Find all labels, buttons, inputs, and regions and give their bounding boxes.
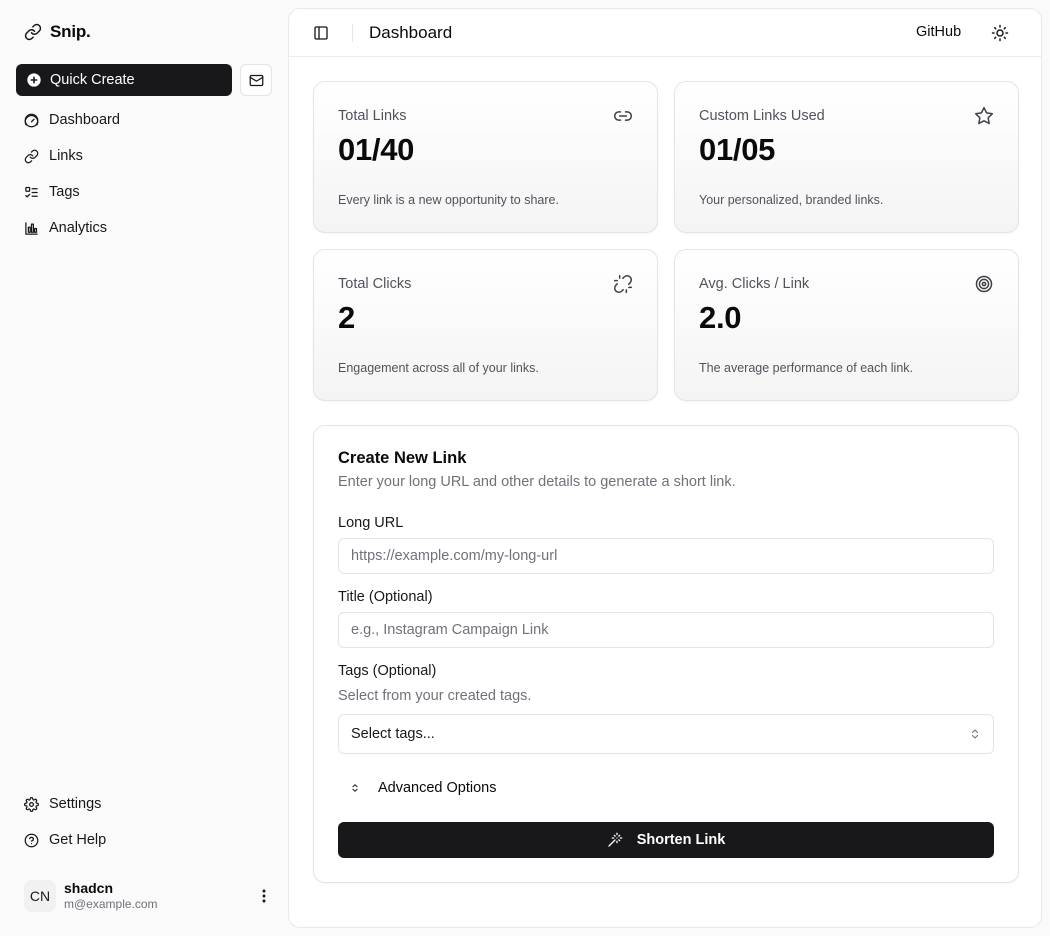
title-label: Title (Optional)	[338, 589, 433, 605]
tags-select[interactable]: Select tags...	[338, 714, 994, 754]
main-panel: Dashboard GitHub Total Links 01/40 Every…	[288, 8, 1042, 928]
advanced-options-label: Advanced Options	[378, 780, 497, 796]
link-icon	[24, 149, 39, 164]
broken-link-icon	[613, 274, 633, 294]
stat-value: 01/05	[699, 132, 776, 167]
quick-create-label: Quick Create	[50, 72, 135, 88]
stat-value: 2	[338, 300, 355, 335]
sidebar-item-label: Tags	[49, 184, 80, 200]
long-url-input[interactable]	[338, 538, 994, 574]
sidebar-item-links[interactable]: Links	[16, 138, 272, 174]
stat-card-total-clicks: Total Clicks 2 Engagement across all of …	[313, 249, 658, 401]
list-icon	[24, 185, 39, 200]
gear-icon	[24, 796, 39, 812]
brand-name: Snip.	[50, 22, 91, 41]
target-icon	[974, 274, 994, 294]
form-description: Enter your long URL and other details to…	[338, 474, 736, 490]
sidebar-item-dashboard[interactable]: Dashboard	[16, 102, 272, 138]
brand-logo[interactable]: Snip.	[24, 22, 91, 42]
bar-chart-icon	[24, 221, 39, 236]
shorten-link-label: Shorten Link	[636, 832, 726, 848]
sidebar-item-get-help[interactable]: Get Help	[16, 822, 272, 858]
stat-card-custom-links: Custom Links Used 01/05 Your personalize…	[674, 81, 1019, 233]
divider	[352, 24, 353, 42]
panel-left-icon	[313, 25, 329, 41]
avatar: CN	[24, 880, 56, 912]
stat-card-avg-clicks: Avg. Clicks / Link 2.0 The average perfo…	[674, 249, 1019, 401]
quick-create-button[interactable]: Quick Create	[16, 64, 232, 96]
github-link[interactable]: GitHub	[916, 24, 961, 40]
stat-card-total-links: Total Links 01/40 Every link is a new op…	[313, 81, 658, 233]
title-input[interactable]	[338, 612, 994, 648]
sidebar-item-label: Settings	[49, 796, 102, 812]
user-email: m@example.com	[64, 897, 158, 911]
sidebar-secondary-nav: Settings Get Help	[16, 786, 272, 858]
sidebar-toggle-button[interactable]	[311, 23, 331, 43]
stat-footer: The average performance of each link.	[699, 361, 914, 375]
vertical-dots-icon	[262, 889, 266, 903]
link-icon	[613, 106, 633, 126]
sidebar-item-label: Analytics	[49, 220, 108, 236]
sidebar: Snip. Quick Create Dashboard Links Tags …	[0, 0, 288, 936]
sidebar-item-label: Links	[49, 148, 83, 164]
gauge-icon	[24, 113, 39, 128]
mail-icon	[249, 73, 264, 88]
stat-value: 01/40	[338, 132, 415, 167]
tags-hint: Select from your created tags.	[338, 688, 532, 704]
user-menu[interactable]: CN shadcn m@example.com	[24, 876, 272, 916]
sidebar-nav: Dashboard Links Tags Analytics	[16, 102, 272, 246]
user-name: shadcn	[64, 880, 114, 896]
stat-footer: Your personalized, branded links.	[699, 193, 884, 207]
stat-label: Total Clicks	[338, 276, 412, 292]
advanced-options-toggle[interactable]: Advanced Options	[350, 778, 497, 798]
help-circle-icon	[24, 833, 39, 848]
star-icon	[974, 106, 994, 126]
quick-create-row: Quick Create	[16, 64, 272, 96]
stat-label: Custom Links Used	[699, 108, 825, 124]
stat-footer: Engagement across all of your links.	[338, 361, 539, 375]
theme-toggle-button[interactable]	[991, 24, 1009, 42]
sidebar-item-analytics[interactable]: Analytics	[16, 210, 272, 246]
stat-label: Total Links	[338, 108, 407, 124]
more-options-button[interactable]	[256, 884, 272, 908]
sidebar-item-label: Get Help	[49, 832, 107, 848]
inbox-button[interactable]	[240, 64, 272, 96]
tags-label: Tags (Optional)	[338, 663, 437, 679]
shorten-link-button[interactable]: Shorten Link	[338, 822, 994, 858]
top-bar: Dashboard GitHub	[289, 9, 1041, 57]
sidebar-item-label: Dashboard	[49, 112, 120, 128]
sidebar-item-tags[interactable]: Tags	[16, 174, 272, 210]
magic-wand-icon	[607, 832, 623, 848]
stat-footer: Every link is a new opportunity to share…	[338, 193, 559, 207]
chevrons-up-down-icon	[350, 782, 360, 794]
sun-icon	[991, 24, 1009, 42]
user-info: shadcn m@example.com	[64, 880, 256, 912]
plus-circle-icon	[26, 72, 42, 88]
page-title: Dashboard	[369, 23, 453, 42]
link-icon	[24, 23, 42, 41]
stat-label: Avg. Clicks / Link	[699, 276, 810, 292]
sidebar-item-settings[interactable]: Settings	[16, 786, 272, 822]
long-url-label: Long URL	[338, 515, 404, 531]
chevrons-up-down-icon	[969, 728, 981, 740]
stat-value: 2.0	[699, 300, 742, 335]
create-link-form: Create New Link Enter your long URL and …	[313, 425, 1019, 883]
tags-select-value: Select tags...	[351, 726, 435, 742]
form-title: Create New Link	[338, 449, 467, 467]
